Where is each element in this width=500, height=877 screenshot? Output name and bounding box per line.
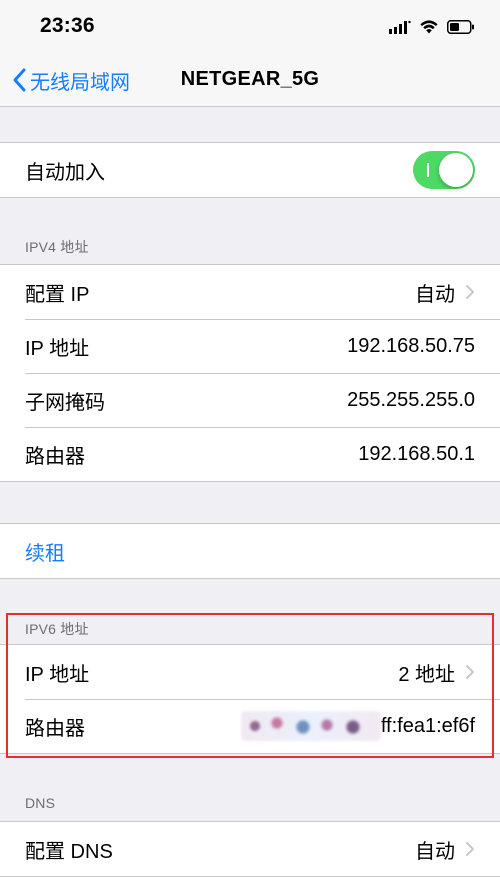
router-value: 192.168.50.1 [358, 442, 475, 465]
status-bar: 23:36 [0, 0, 500, 54]
ipv6-group: IP 地址 2 地址 路由器 ff:fea1:ef6f [0, 644, 500, 754]
renew-lease-group: 续租 [0, 523, 500, 579]
auto-join-group: 自动加入 [0, 142, 500, 198]
ipv6-router-label: 路由器 [25, 717, 85, 740]
ipv6-address-row[interactable]: IP 地址 2 地址 [0, 645, 500, 699]
configure-dns-label: 配置 DNS [25, 840, 113, 863]
configure-ip-value: 自动 [415, 283, 455, 306]
wifi-icon [420, 20, 438, 34]
chevron-right-icon [466, 285, 474, 299]
ipv4-group: 配置 IP 自动 IP 地址 192.168.50.75 子网掩码 255.25… [0, 264, 500, 482]
renew-lease-label: 续租 [25, 542, 65, 565]
battery-icon [447, 20, 474, 34]
renew-lease-button[interactable]: 续租 [0, 524, 500, 578]
ip-address-value: 192.168.50.75 [347, 334, 475, 357]
auto-join-label: 自动加入 [25, 161, 105, 184]
redacted-blur [240, 711, 381, 741]
dns-group: 配置 DNS 自动 [0, 821, 500, 877]
configure-dns-row[interactable]: 配置 DNS 自动 [0, 822, 500, 876]
toggle-knob [439, 153, 473, 187]
router-row: 路由器 192.168.50.1 [0, 427, 500, 481]
configure-dns-value: 自动 [415, 840, 455, 863]
network-name: NETGEAR_5G [180, 68, 320, 90]
auto-join-row: 自动加入 [0, 143, 500, 197]
ipv6-router-row: 路由器 ff:fea1:ef6f [0, 699, 500, 753]
ipv6-address-value: 2 地址 [398, 663, 455, 686]
toggle-on-mark [427, 163, 429, 177]
ipv6-section-header: IPV6 地址 [25, 621, 89, 637]
chevron-right-icon [466, 665, 474, 679]
ipv6-router-value: ff:fea1:ef6f [380, 714, 475, 737]
ip-address-row: IP 地址 192.168.50.75 [0, 319, 500, 373]
status-time: 23:36 [40, 14, 95, 37]
ipv6-address-label: IP 地址 [25, 663, 90, 686]
chevron-right-icon [466, 842, 474, 856]
configure-ip-label: 配置 IP [25, 283, 90, 306]
navigation-bar: 无线局域网 NETGEAR_5G [0, 54, 500, 107]
router-label: 路由器 [25, 445, 85, 468]
auto-join-toggle[interactable] [413, 151, 475, 189]
subnet-mask-row: 子网掩码 255.255.255.0 [0, 373, 500, 427]
subnet-mask-label: 子网掩码 [25, 391, 105, 414]
dns-section-header: DNS [25, 795, 56, 811]
cellular-signal-icon [389, 20, 411, 34]
ip-address-label: IP 地址 [25, 337, 90, 360]
page-title: NETGEAR_5G [0, 68, 500, 91]
configure-ip-row[interactable]: 配置 IP 自动 [0, 265, 500, 319]
status-icons [389, 17, 475, 37]
ipv4-section-header: IPV4 地址 [25, 239, 89, 255]
subnet-mask-value: 255.255.255.0 [347, 388, 475, 411]
